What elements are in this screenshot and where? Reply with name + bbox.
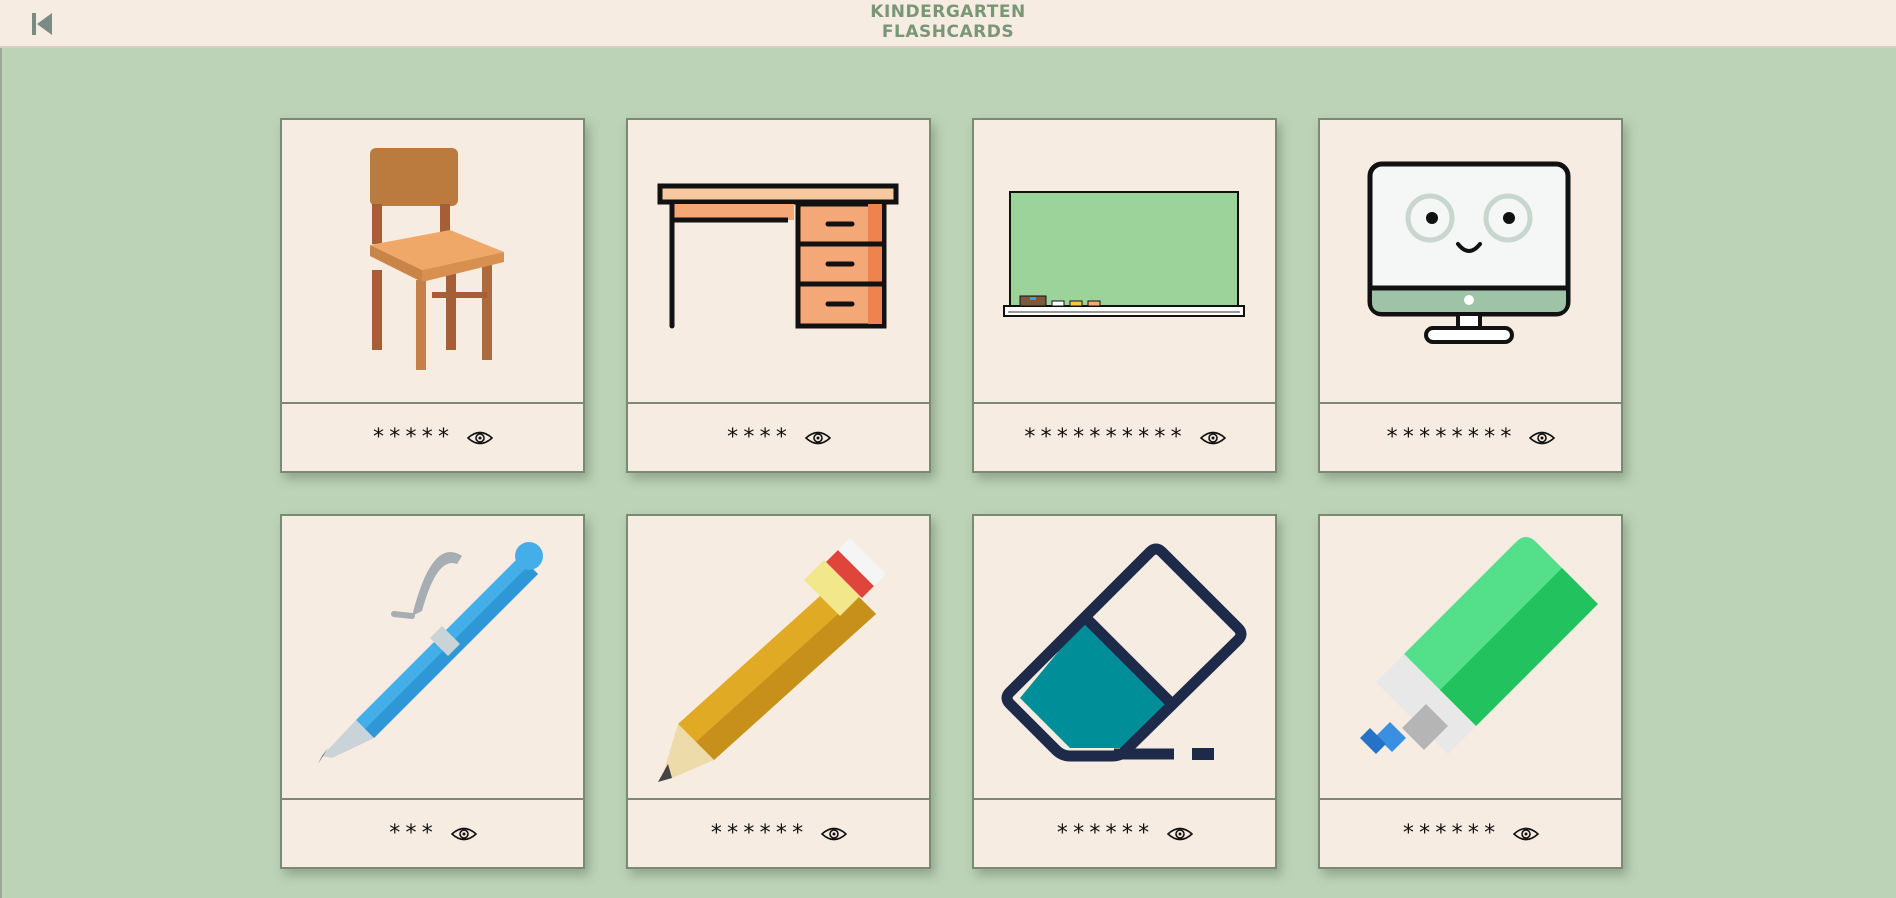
flashcard-desk[interactable]: **** bbox=[626, 118, 931, 473]
top-bar: KINDERGARTEN FLASHCARDS bbox=[0, 0, 1896, 48]
masked-word: ***** bbox=[371, 425, 454, 450]
eye-icon[interactable] bbox=[450, 825, 477, 843]
card-image bbox=[974, 120, 1275, 402]
computer-monitor-icon bbox=[1367, 161, 1571, 344]
card-image bbox=[1320, 120, 1621, 402]
flashcard-highlighter[interactable]: ****** bbox=[1318, 514, 1623, 869]
card-image bbox=[282, 516, 583, 798]
pencil-icon bbox=[658, 538, 886, 782]
card-image bbox=[974, 516, 1275, 798]
card-image bbox=[1320, 516, 1621, 798]
masked-word: ******** bbox=[1385, 425, 1516, 450]
masked-word: *** bbox=[388, 821, 437, 846]
app-title: KINDERGARTEN FLASHCARDS bbox=[0, 2, 1896, 42]
desk-icon bbox=[657, 183, 899, 329]
eraser-icon bbox=[1001, 543, 1247, 762]
masked-word: ****** bbox=[1055, 821, 1154, 846]
flashcard-eraser[interactable]: ****** bbox=[972, 514, 1277, 869]
card-image bbox=[628, 120, 929, 402]
masked-word: ********** bbox=[1023, 425, 1186, 450]
pen-icon bbox=[318, 542, 543, 764]
chalkboard-icon bbox=[1003, 191, 1245, 317]
eye-icon[interactable] bbox=[1513, 825, 1540, 843]
highlighter-icon bbox=[1360, 537, 1598, 754]
flashcard-computer[interactable]: ******** bbox=[1318, 118, 1623, 473]
card-image bbox=[282, 120, 583, 402]
masked-word: **** bbox=[726, 425, 791, 450]
eye-icon[interactable] bbox=[1529, 429, 1556, 447]
card-footer: **** bbox=[628, 402, 929, 471]
app-title-line2: FLASHCARDS bbox=[881, 22, 1015, 42]
flashcard-pen[interactable]: *** bbox=[280, 514, 585, 869]
card-footer: ****** bbox=[628, 798, 929, 867]
eye-icon[interactable] bbox=[821, 825, 848, 843]
card-footer: ****** bbox=[1320, 798, 1621, 867]
card-footer: ****** bbox=[974, 798, 1275, 867]
card-footer: *** bbox=[282, 798, 583, 867]
eye-icon[interactable] bbox=[467, 429, 494, 447]
flashcard-chair[interactable]: ***** bbox=[280, 118, 585, 473]
card-footer: ********** bbox=[974, 402, 1275, 471]
flashcard-chalkboard[interactable]: ********** bbox=[972, 118, 1277, 473]
eye-icon[interactable] bbox=[1199, 429, 1226, 447]
left-edge bbox=[0, 0, 2, 898]
eye-icon[interactable] bbox=[804, 429, 831, 447]
masked-word: ****** bbox=[1401, 821, 1500, 846]
card-footer: ***** bbox=[282, 402, 583, 471]
eye-icon[interactable] bbox=[1167, 825, 1194, 843]
card-footer: ******** bbox=[1320, 402, 1621, 471]
chair-icon bbox=[370, 148, 504, 370]
masked-word: ****** bbox=[709, 821, 808, 846]
card-image bbox=[628, 516, 929, 798]
app-title-line1: KINDERGARTEN bbox=[870, 2, 1026, 22]
flashcard-pencil[interactable]: ****** bbox=[626, 514, 931, 869]
